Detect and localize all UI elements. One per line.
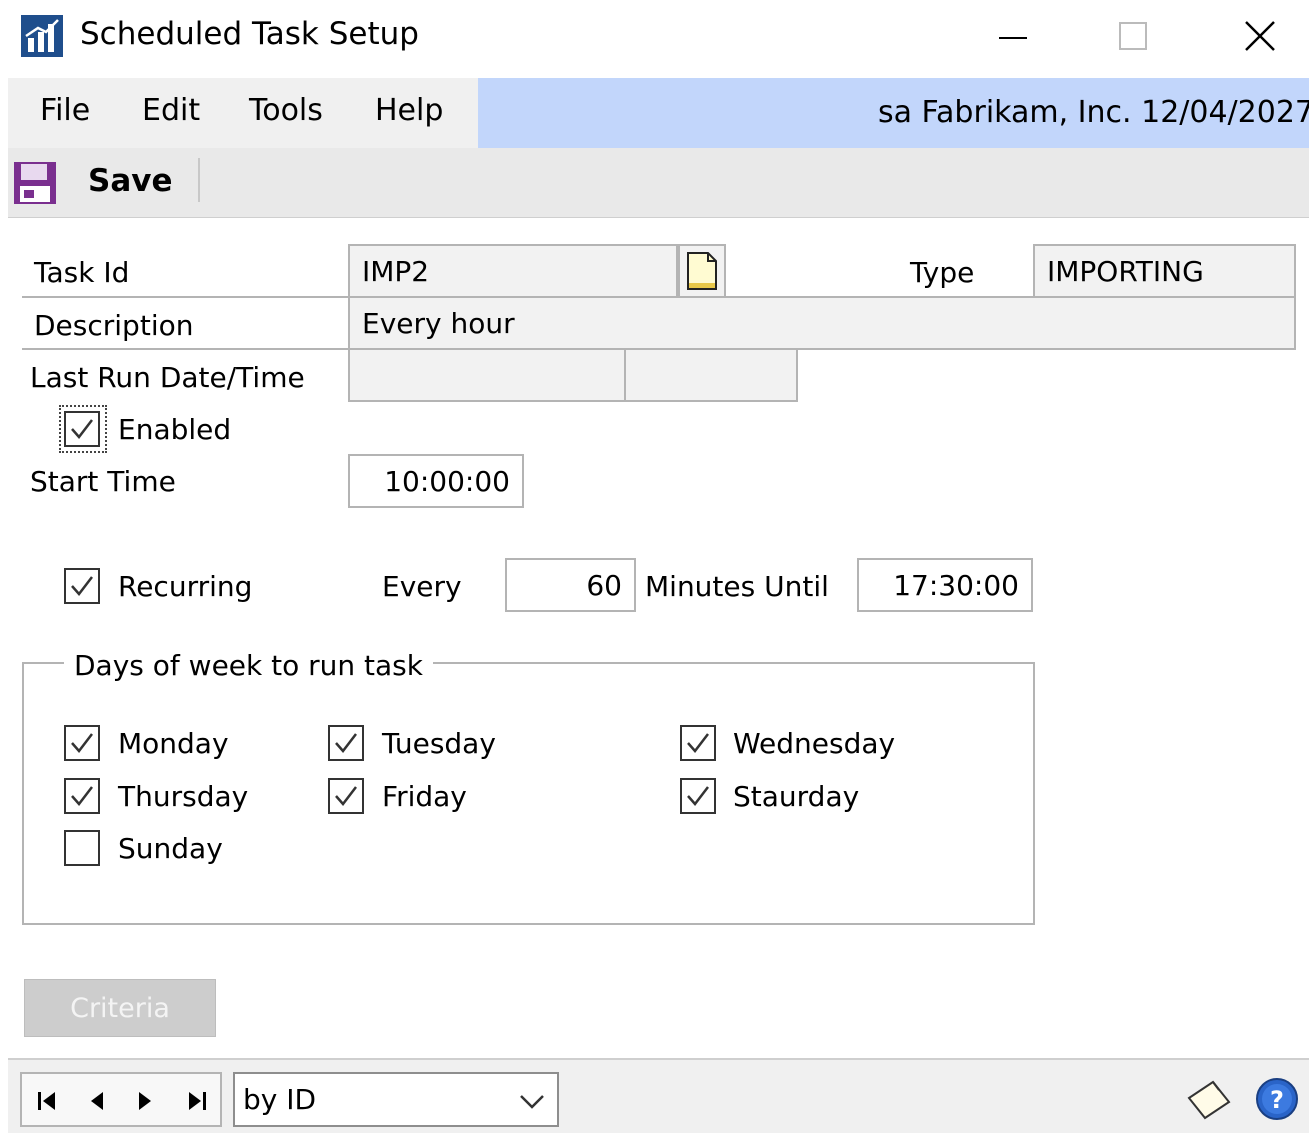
checkmark-icon [687, 733, 709, 753]
start-time-field[interactable]: 10:00:00 [348, 454, 524, 508]
friday-checkbox[interactable] [328, 778, 364, 814]
type-label: Type [910, 256, 975, 289]
window-title: Scheduled Task Setup [80, 16, 419, 52]
toolbar-separator [198, 158, 200, 202]
sunday-checkbox[interactable] [64, 830, 100, 866]
maximize-button[interactable] [1098, 10, 1168, 62]
close-icon [1245, 21, 1275, 51]
next-record-icon [139, 1092, 151, 1110]
checkmark-icon [335, 733, 357, 753]
minimize-button[interactable] [978, 10, 1048, 62]
save-icon[interactable] [12, 160, 58, 206]
user-company-date: sa Fabrikam, Inc. 12/04/2027 [878, 95, 1309, 130]
first-record-button[interactable] [30, 1084, 64, 1118]
minimize-icon [999, 37, 1027, 39]
tuesday-label: Tuesday [382, 727, 496, 760]
friday-label: Friday [382, 780, 467, 813]
previous-record-icon [91, 1092, 103, 1110]
checkmark-icon [335, 786, 357, 806]
every-label: Every [382, 570, 462, 603]
type-field: IMPORTING [1033, 244, 1296, 298]
description-label: Description [34, 309, 194, 342]
description-field[interactable]: Every hour [348, 296, 1296, 350]
thursday-label: Thursday [118, 780, 249, 813]
last-record-icon [189, 1092, 206, 1110]
sort-by-select[interactable]: by ID [233, 1072, 559, 1127]
checkmark-icon [71, 576, 93, 596]
checkmark-icon [687, 786, 709, 806]
next-record-button[interactable] [128, 1084, 162, 1118]
checkmark-icon [71, 419, 93, 439]
task-id-field[interactable]: IMP2 [348, 244, 678, 298]
tuesday-checkbox[interactable] [328, 725, 364, 761]
document-icon [687, 252, 717, 290]
saturday-label: Staurday [733, 780, 860, 813]
chevron-down-icon[interactable] [515, 1086, 549, 1116]
until-time-field[interactable]: 17:30:00 [857, 558, 1033, 612]
menu-edit[interactable]: Edit [142, 93, 200, 128]
help-icon[interactable]: ? [1254, 1076, 1300, 1122]
first-record-icon [38, 1092, 55, 1110]
monday-checkbox[interactable] [64, 725, 100, 761]
save-button[interactable]: Save [88, 163, 172, 199]
menu-file[interactable]: File [40, 93, 90, 128]
checkmark-icon [71, 733, 93, 753]
menu-help[interactable]: Help [375, 93, 443, 128]
thursday-checkbox[interactable] [64, 778, 100, 814]
last-run-date-field [348, 348, 626, 402]
enabled-checkbox[interactable] [64, 411, 100, 447]
menu-tools[interactable]: Tools [249, 93, 323, 128]
close-button[interactable] [1225, 10, 1295, 62]
maximize-icon [1119, 22, 1147, 50]
sort-by-value: by ID [243, 1083, 317, 1116]
app-icon [20, 14, 64, 58]
note-icon[interactable] [1183, 1076, 1235, 1122]
criteria-button[interactable]: Criteria [24, 979, 216, 1037]
last-run-time-field [624, 348, 798, 402]
previous-record-button[interactable] [80, 1084, 114, 1118]
wednesday-label: Wednesday [733, 727, 896, 760]
monday-label: Monday [118, 727, 229, 760]
recurring-label: Recurring [118, 570, 253, 603]
saturday-checkbox[interactable] [680, 778, 716, 814]
recurring-checkbox[interactable] [64, 568, 100, 604]
sunday-label: Sunday [118, 832, 223, 865]
svg-text:?: ? [1270, 1086, 1284, 1114]
wednesday-checkbox[interactable] [680, 725, 716, 761]
task-id-label: Task Id [34, 256, 130, 289]
minutes-until-label: Minutes Until [645, 570, 829, 603]
start-time-label: Start Time [30, 465, 176, 498]
enabled-label: Enabled [118, 413, 232, 446]
last-run-label: Last Run Date/Time [30, 361, 305, 394]
task-id-lookup-button[interactable] [678, 244, 726, 298]
days-group-legend: Days of week to run task [64, 649, 433, 682]
checkmark-icon [71, 786, 93, 806]
every-minutes-field[interactable]: 60 [505, 558, 636, 612]
last-record-button[interactable] [180, 1084, 214, 1118]
toolbar [8, 148, 1309, 218]
